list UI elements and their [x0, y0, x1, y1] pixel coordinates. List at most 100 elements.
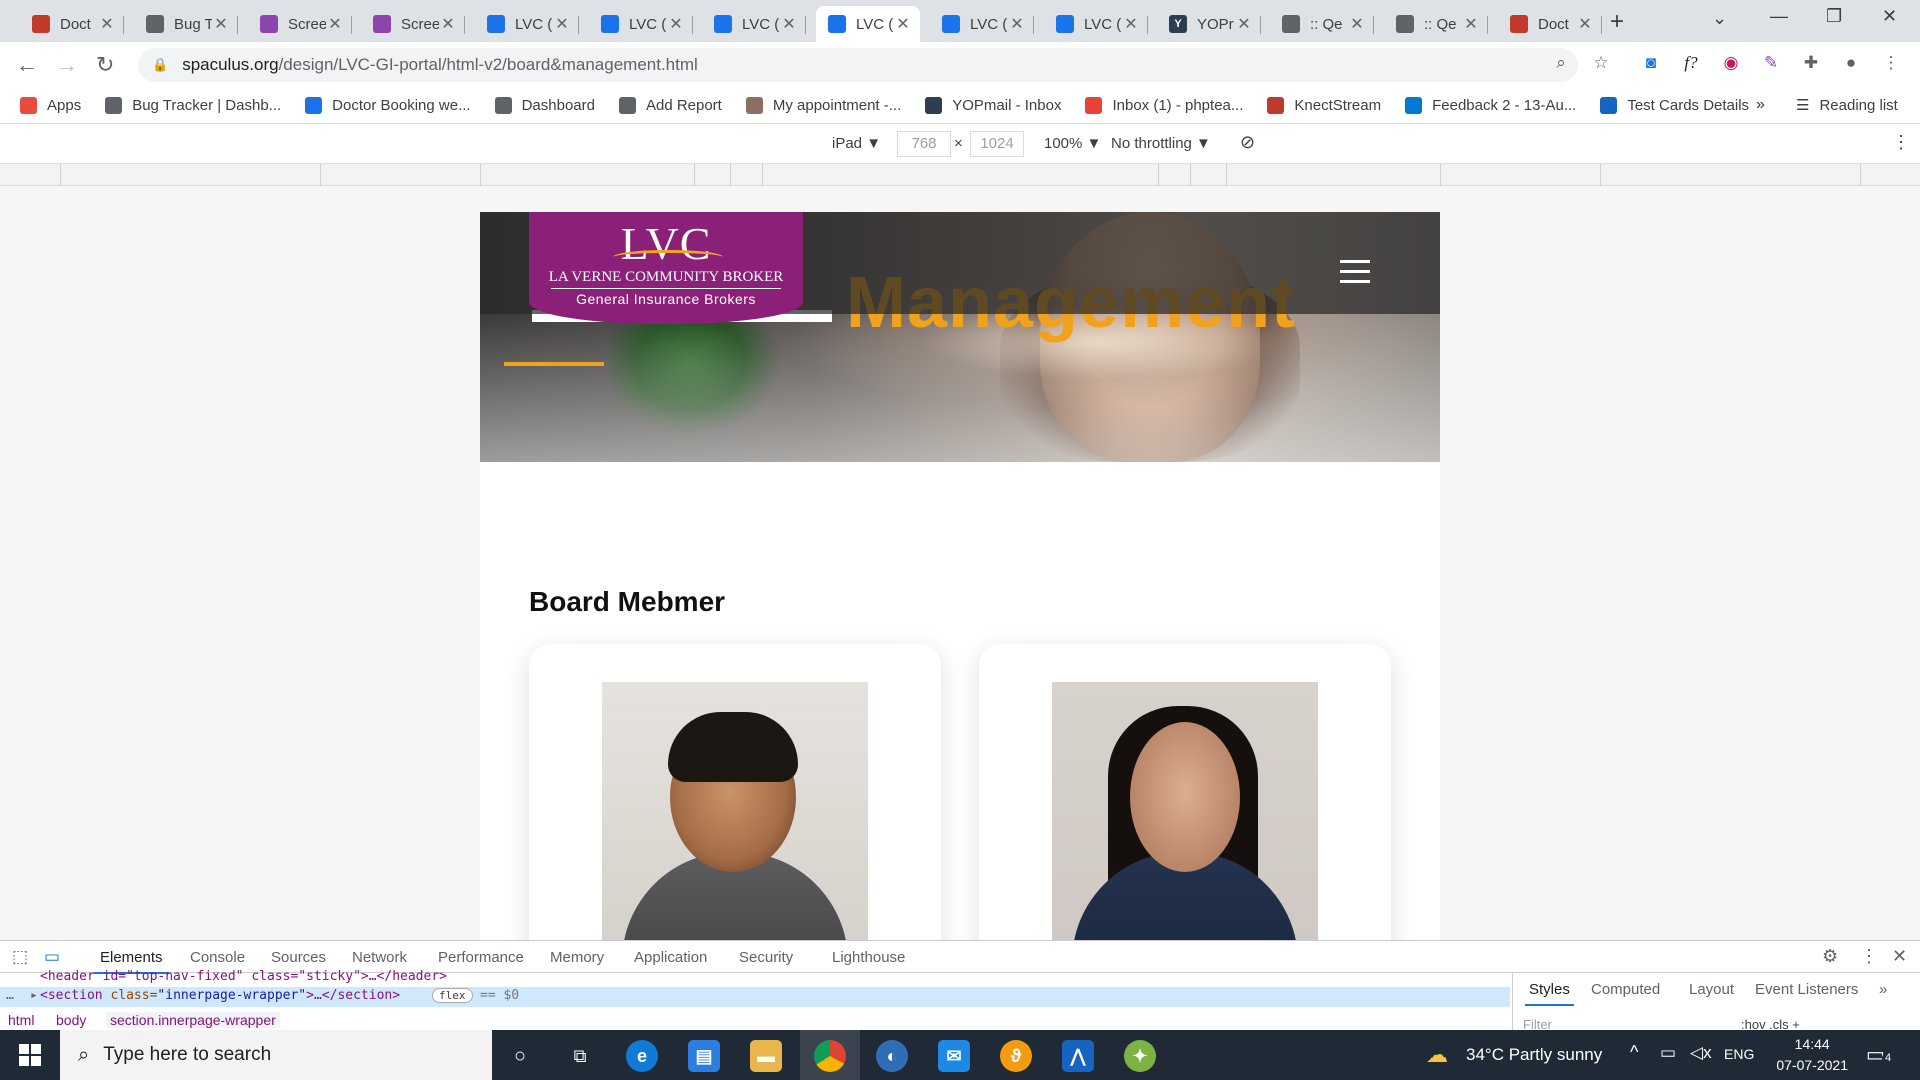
tab-close-icon[interactable]: ✕ — [98, 14, 116, 34]
tab-close-icon[interactable]: ✕ — [780, 14, 798, 34]
pen-extension-icon[interactable]: ✎ — [1760, 52, 1782, 74]
browser-tab[interactable]: LVC (✕ — [816, 6, 920, 42]
styles-pane-tab[interactable]: Styles — [1525, 981, 1574, 1006]
browser-menu-icon[interactable]: ⋮ — [1880, 52, 1902, 74]
tab-search-icon[interactable]: ⌄ — [1712, 8, 1727, 29]
browser-tab[interactable]: Doct ✕ — [1498, 6, 1602, 42]
maximize-button[interactable]: ❐ — [1826, 6, 1842, 27]
tab-close-icon[interactable]: ✕ — [1462, 14, 1480, 34]
weather-icon[interactable]: ☁ — [1426, 1042, 1448, 1068]
breadcrumb-section[interactable]: section.innerpage-wrapper — [106, 1012, 280, 1028]
styles-pane-tab[interactable]: Layout — [1689, 981, 1734, 998]
taskbar-search-box[interactable]: ⌕ Type here to search — [60, 1030, 492, 1080]
notification-center-icon[interactable]: ▭ 4 — [1866, 1042, 1895, 1068]
paint-icon[interactable]: ✦ — [1124, 1040, 1156, 1072]
styles-pane-tab[interactable]: Computed — [1591, 981, 1660, 998]
bookmark-item[interactable]: YOPmail - Inbox — [925, 97, 1061, 114]
browser-tab[interactable]: Scree ✕ — [248, 6, 352, 42]
browser-tab[interactable]: LVC (✕ — [475, 6, 579, 42]
devtools-tab[interactable]: Application — [634, 949, 707, 966]
styles-pane-tab[interactable]: Event Listeners — [1755, 981, 1858, 998]
taskbar-clock[interactable]: 14:44 07-07-2021 — [1776, 1034, 1848, 1076]
tab-close-icon[interactable]: ✕ — [326, 14, 344, 34]
volume-muted-icon[interactable]: ◁x — [1690, 1043, 1712, 1063]
forward-button[interactable]: → — [56, 52, 78, 78]
board-member-card[interactable] — [979, 644, 1391, 940]
tab-close-icon[interactable]: ✕ — [553, 14, 571, 34]
devtools-tab[interactable]: Sources — [271, 949, 326, 966]
close-window-button[interactable]: ✕ — [1882, 6, 1897, 27]
back-button[interactable]: ← — [16, 52, 38, 78]
minimize-button[interactable]: — — [1770, 6, 1788, 27]
hamburger-menu-icon[interactable] — [1340, 260, 1370, 284]
device-toggle-icon[interactable]: ▭ — [44, 947, 60, 967]
chrome-icon[interactable] — [814, 1040, 846, 1072]
devtools-tab[interactable]: Elements — [94, 949, 169, 974]
tab-close-icon[interactable]: ✕ — [212, 14, 230, 34]
bookmark-item[interactable]: Test Cards Details — [1600, 97, 1749, 114]
task-view-icon[interactable]: ⧉ — [564, 1040, 596, 1072]
chart-app-icon[interactable]: ⋀ — [1062, 1040, 1094, 1072]
devtools-tab[interactable]: Console — [190, 949, 245, 966]
bookmark-item[interactable]: Bug Tracker | Dashb... — [105, 97, 281, 114]
flex-badge[interactable]: flex — [432, 988, 473, 1003]
language-indicator[interactable]: ENG — [1724, 1046, 1754, 1062]
devtools-tab[interactable]: Performance — [438, 949, 524, 966]
devtools-tab[interactable]: Security — [739, 949, 793, 966]
browser-tab[interactable]: :: Qe ✕ — [1270, 6, 1374, 42]
browser-tab[interactable]: LVC (✕ — [702, 6, 806, 42]
font-extension-icon[interactable]: f? — [1680, 52, 1702, 74]
color-picker-extension-icon[interactable]: ◉ — [1720, 52, 1742, 74]
device-height-input[interactable]: 1024 — [970, 131, 1024, 157]
address-bar[interactable]: 🔒 spaculus.org/design/LVC-GI-portal/html… — [138, 48, 1578, 82]
xampp-icon[interactable]: ϑ — [1000, 1040, 1032, 1072]
tray-chevron-icon[interactable]: ^ — [1630, 1042, 1638, 1063]
site-logo[interactable]: LVC LA VERNE COMMUNITY BROKER General In… — [529, 212, 803, 324]
devtools-tab[interactable]: Network — [352, 949, 407, 966]
mail-icon[interactable]: ✉ — [938, 1040, 970, 1072]
cortana-icon[interactable]: ○ — [504, 1040, 536, 1072]
profile-avatar-icon[interactable]: ● — [1840, 52, 1862, 74]
throttling-select[interactable]: No throttling ▼ — [1111, 135, 1211, 152]
devtools-menu-icon[interactable]: ⋮ — [1860, 946, 1878, 967]
tab-close-icon[interactable]: ✕ — [667, 14, 685, 34]
devtools-tab[interactable]: Lighthouse — [832, 949, 905, 966]
browser-tab[interactable]: :: Qe ✕ — [1384, 6, 1488, 42]
inspect-element-icon[interactable]: ⬚ — [12, 947, 28, 967]
store-icon[interactable]: ▤ — [688, 1040, 720, 1072]
tab-close-icon[interactable]: ✕ — [1576, 14, 1594, 34]
bookmarks-more-button[interactable]: » — [1756, 96, 1765, 114]
edge-icon[interactable]: e — [626, 1040, 658, 1072]
bookmark-item[interactable]: Apps — [20, 97, 81, 114]
browser-tab[interactable]: Doct ✕ — [20, 6, 124, 42]
browser-tab[interactable]: LVC (✕ — [1044, 6, 1148, 42]
bookmark-item[interactable]: Inbox (1) - phptea... — [1085, 97, 1243, 114]
network-icon[interactable]: ▭ — [1660, 1043, 1676, 1063]
browser-tab[interactable]: LVC (✕ — [930, 6, 1034, 42]
dom-node-selected[interactable]: … ▸ <section class="innerpage-wrapper">…… — [0, 987, 1510, 1007]
dom-node-header[interactable]: <header id="top-nav-fixed" class="sticky… — [40, 969, 447, 984]
devtools-settings-icon[interactable]: ⚙ — [1822, 946, 1838, 967]
start-button[interactable] — [0, 1030, 60, 1080]
bookmark-star-icon[interactable]: ☆ — [1590, 52, 1612, 74]
tab-close-icon[interactable]: ✕ — [894, 14, 912, 34]
tab-close-icon[interactable]: ✕ — [1235, 14, 1253, 34]
bookmark-item[interactable]: Feedback 2 - 13-Au... — [1405, 97, 1576, 114]
device-toolbar-menu-icon[interactable]: ⋮ — [1892, 132, 1910, 153]
devtools-close-icon[interactable]: ✕ — [1892, 946, 1907, 967]
new-tab-button[interactable]: + — [1610, 8, 1624, 36]
tab-close-icon[interactable]: ✕ — [1122, 14, 1140, 34]
bookmark-item[interactable]: Doctor Booking we... — [305, 97, 471, 114]
browser-tab[interactable]: Y YOPr ✕ — [1157, 6, 1261, 42]
weather-text[interactable]: 34°C Partly sunny — [1466, 1045, 1602, 1065]
board-member-card[interactable] — [529, 644, 941, 940]
reading-list-button[interactable]: ☰ Reading list — [1796, 96, 1898, 115]
browser-tab[interactable]: Scree ✕ — [361, 6, 465, 42]
tab-close-icon[interactable]: ✕ — [439, 14, 457, 34]
tab-close-icon[interactable]: ✕ — [1008, 14, 1026, 34]
device-select[interactable]: iPad ▼ — [832, 135, 881, 152]
rotate-icon[interactable]: ⊘ — [1240, 132, 1255, 153]
browser-tab[interactable]: LVC (✕ — [589, 6, 693, 42]
devtools-tab[interactable]: Memory — [550, 949, 604, 966]
screencast-extension-icon[interactable]: ◙ — [1640, 52, 1662, 74]
